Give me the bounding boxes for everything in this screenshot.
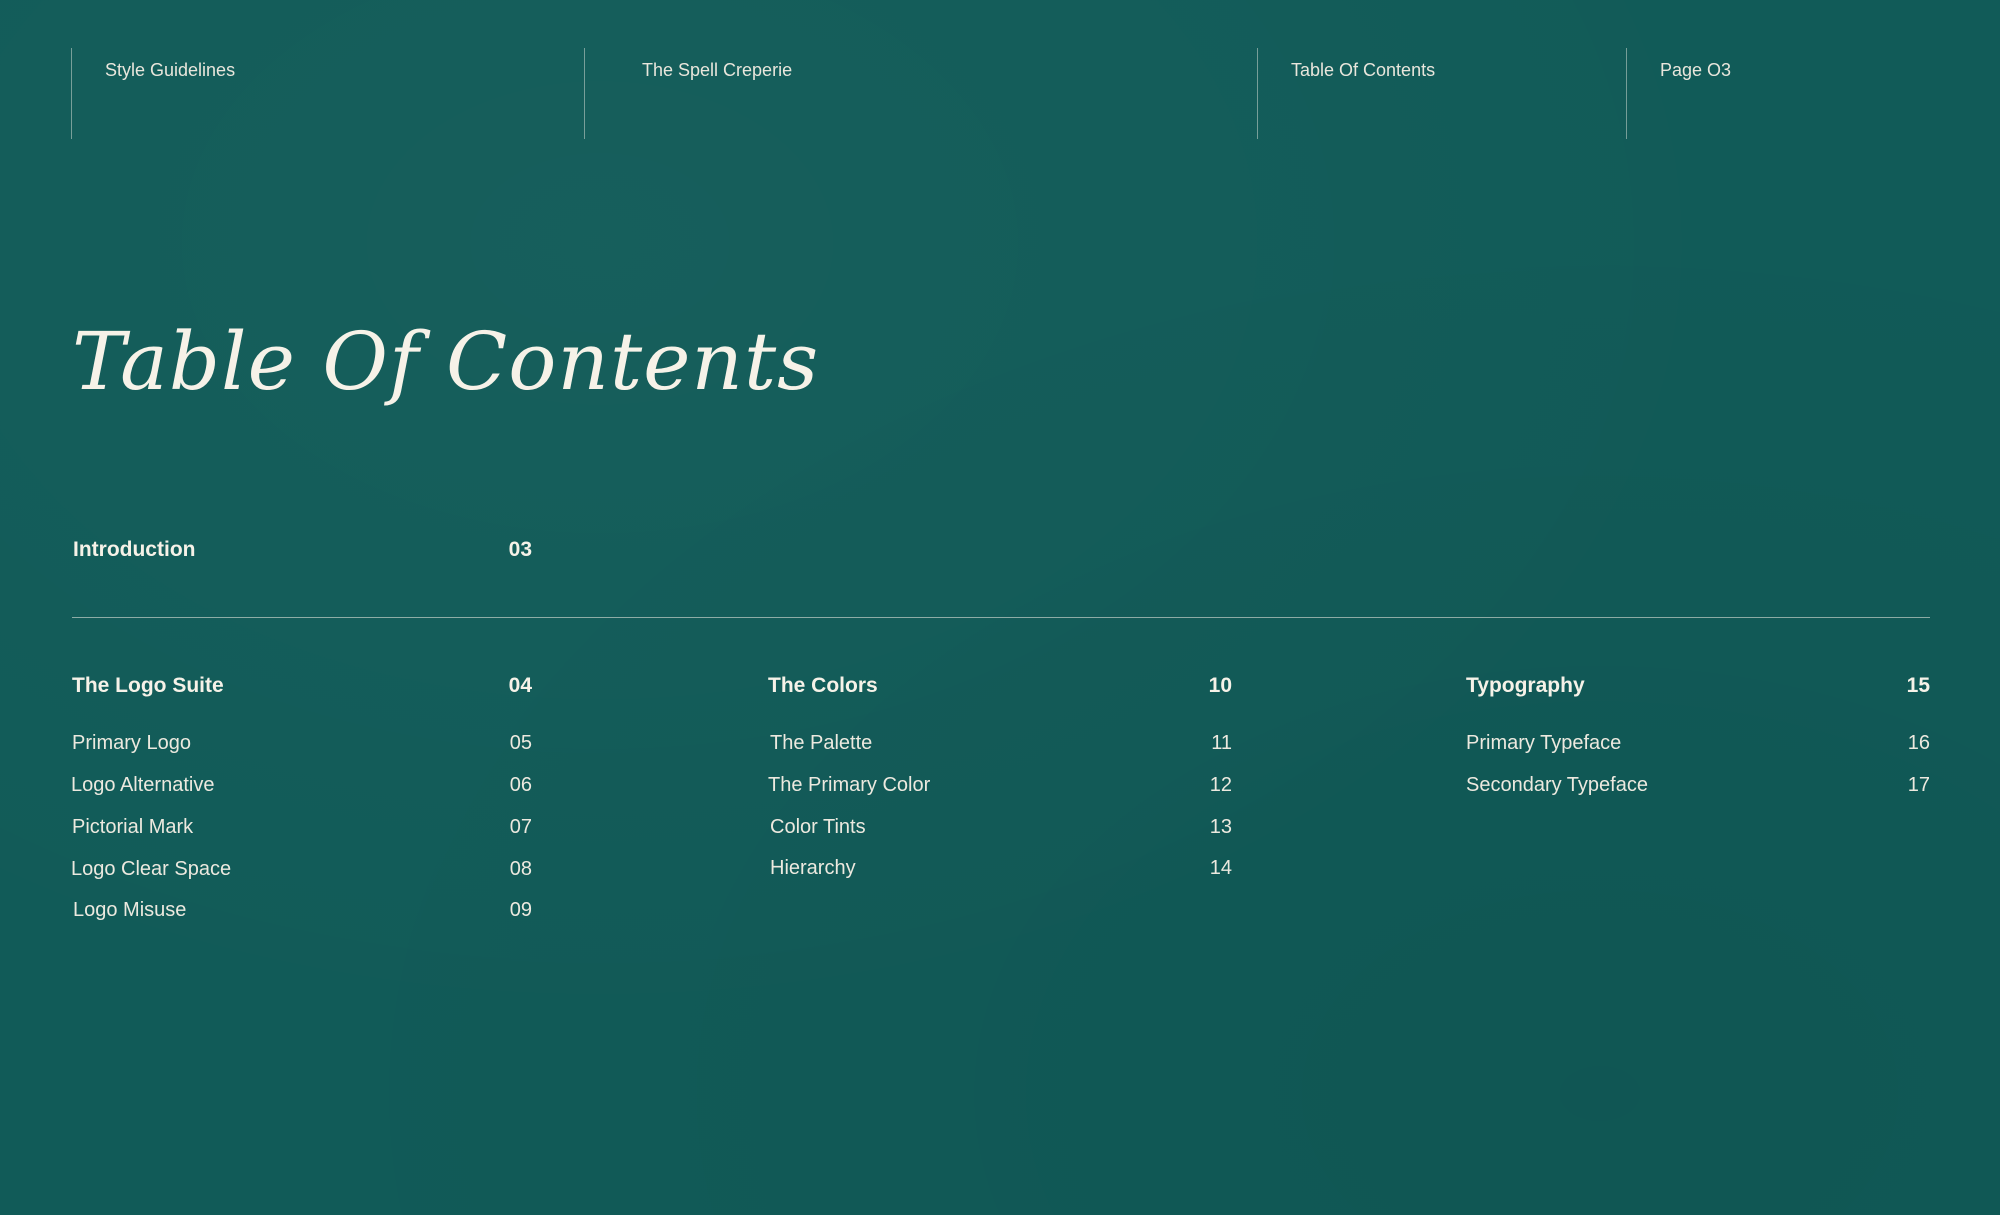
- header-page-number: Page O3: [1660, 60, 1732, 80]
- page-title: Table Of Contents: [72, 315, 820, 408]
- toc-item-primary-typeface[interactable]: Primary Typeface: [1466, 733, 1621, 753]
- toc-item-hierarchy-page: 14: [1209, 857, 1232, 879]
- header-section: Table Of Contents: [1291, 60, 1436, 80]
- toc-item-the-primary-color[interactable]: The Primary Color: [768, 775, 930, 795]
- toc-item-the-primary-color-page: 12: [1209, 774, 1232, 796]
- toc-item-primary-logo[interactable]: Primary Logo: [72, 733, 191, 753]
- toc-item-logo-alternative[interactable]: Logo Alternative: [71, 775, 214, 795]
- toc-item-logo-clear-space-page: 08: [509, 858, 532, 880]
- toc-heading-colors[interactable]: The Colors: [768, 675, 878, 696]
- header-doc-type: Style Guidelines: [105, 60, 236, 80]
- section-divider: [72, 617, 1930, 618]
- header-cell-page: Page O3: [1626, 48, 1731, 139]
- header-cell-doc-type: Style Guidelines: [71, 48, 235, 139]
- toc-item-primary-logo-page: 05: [509, 732, 532, 754]
- toc-item-hierarchy[interactable]: Hierarchy: [770, 858, 856, 878]
- toc-heading-typography[interactable]: Typography: [1466, 675, 1585, 696]
- toc-item-color-tints[interactable]: Color Tints: [770, 817, 866, 837]
- toc-item-pictorial-mark[interactable]: Pictorial Mark: [72, 817, 193, 837]
- toc-item-the-palette-page: 11: [1211, 732, 1232, 754]
- toc-item-color-tints-page: 13: [1209, 816, 1232, 838]
- header-cell-brand: The Spell Creperie: [584, 48, 792, 139]
- header-cell-section: Table Of Contents: [1257, 48, 1435, 139]
- toc-item-logo-alternative-page: 06: [509, 774, 532, 796]
- toc-item-logo-misuse[interactable]: Logo Misuse: [73, 900, 186, 920]
- toc-item-secondary-typeface[interactable]: Secondary Typeface: [1466, 775, 1648, 795]
- toc-item-logo-misuse-page: 09: [509, 899, 532, 921]
- toc-introduction-page: 03: [508, 538, 532, 561]
- header-brand: The Spell Creperie: [642, 60, 793, 80]
- toc-heading-logo-suite-page: 04: [508, 674, 532, 697]
- toc-item-pictorial-mark-page: 07: [509, 816, 532, 838]
- toc-heading-colors-page: 10: [1208, 674, 1232, 697]
- toc-heading-typography-page: 15: [1906, 674, 1930, 697]
- toc-heading-logo-suite[interactable]: The Logo Suite: [72, 675, 224, 696]
- toc-introduction-link[interactable]: Introduction: [73, 539, 195, 560]
- toc-item-primary-typeface-page: 16: [1907, 732, 1930, 754]
- toc-item-secondary-typeface-page: 17: [1907, 774, 1930, 796]
- toc-item-logo-clear-space[interactable]: Logo Clear Space: [71, 859, 231, 879]
- toc-item-the-palette[interactable]: The Palette: [770, 733, 872, 753]
